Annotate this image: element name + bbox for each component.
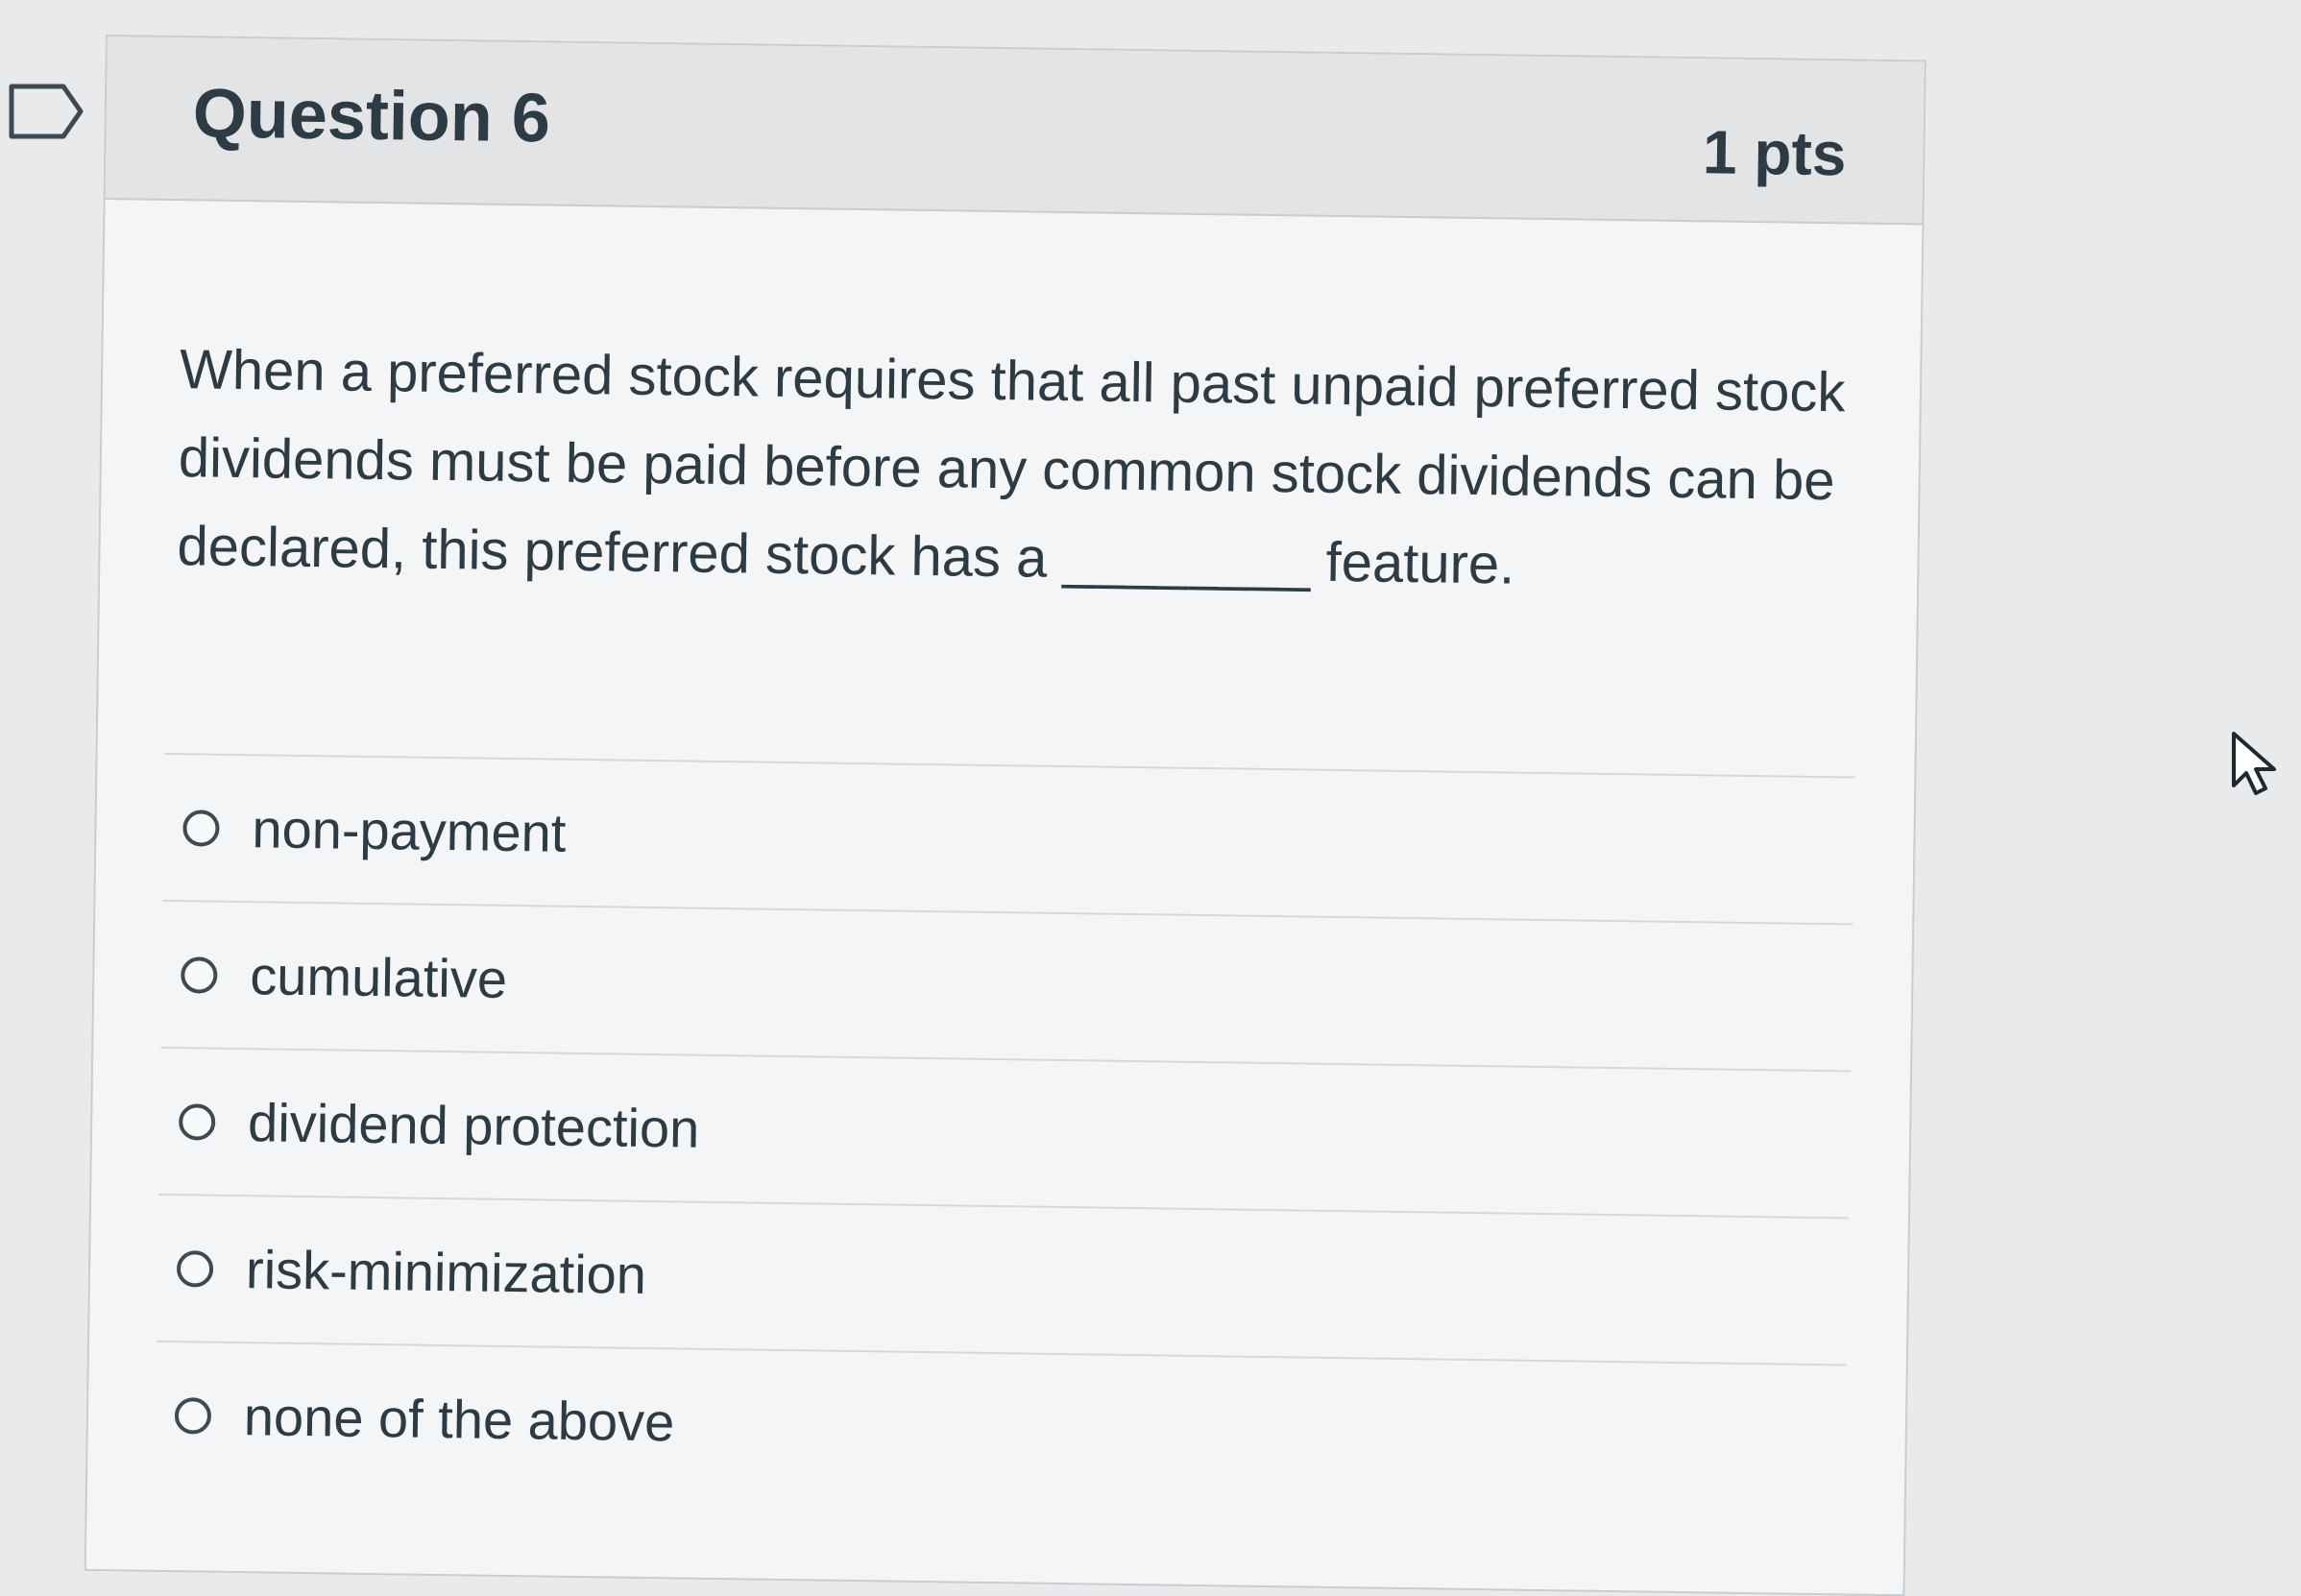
radio-button[interactable] (181, 955, 218, 994)
answer-list: non-payment cumulative dividend protecti… (154, 752, 1855, 1511)
mouse-pointer-icon (2232, 732, 2276, 795)
answer-option[interactable]: cumulative (160, 899, 1853, 1071)
question-points: 1 pts (1702, 117, 1847, 189)
question-card: Question 6 1 pts When a preferred stock … (84, 35, 1926, 1596)
answer-option[interactable]: none of the above (154, 1340, 1847, 1511)
question-header: Question 6 1 pts (105, 36, 1925, 226)
question-text: When a preferred stock requires that all… (177, 338, 1846, 596)
answer-label[interactable]: dividend protection (248, 1091, 700, 1160)
answer-label[interactable]: cumulative (250, 944, 508, 1010)
radio-button[interactable] (176, 1249, 214, 1288)
radio-button[interactable] (174, 1396, 212, 1435)
answer-option[interactable]: dividend protection (158, 1046, 1852, 1218)
answer-label[interactable]: risk-minimization (246, 1238, 647, 1306)
answer-label[interactable]: non-payment (252, 797, 567, 864)
answer-option[interactable]: risk-minimization (157, 1193, 1849, 1365)
bookmark-flag-icon[interactable] (8, 83, 85, 140)
question-title: Question 6 (192, 75, 551, 157)
answer-label[interactable]: none of the above (243, 1385, 674, 1453)
radio-button[interactable] (182, 809, 220, 847)
radio-button[interactable] (178, 1102, 216, 1141)
answer-option[interactable]: non-payment (162, 752, 1855, 924)
